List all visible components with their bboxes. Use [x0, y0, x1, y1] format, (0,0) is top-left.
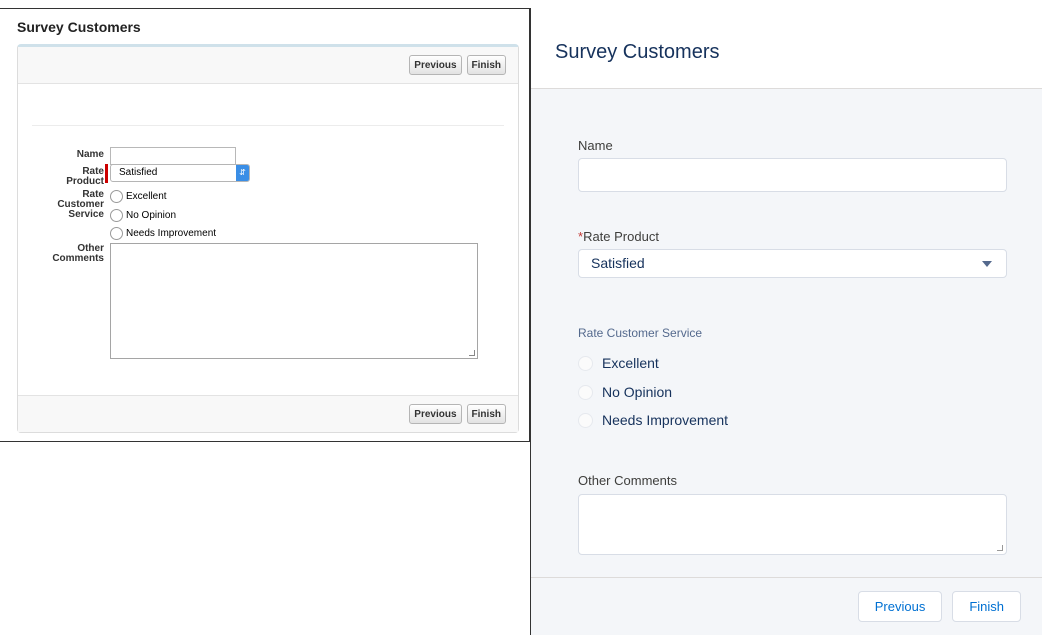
chevron-down-icon	[982, 261, 992, 267]
lightning-radio-label: Needs Improvement	[602, 412, 729, 428]
radio-button[interactable]	[578, 384, 593, 400]
classic-finish-button-top[interactable]: Finish	[466, 55, 506, 75]
lightning-name-label: Name	[578, 138, 613, 153]
lightning-footer: Previous Finish	[531, 577, 1042, 635]
classic-radio-needs-improvement[interactable]: Needs Improvement	[110, 227, 216, 240]
classic-radio-no-opinion[interactable]: No Opinion	[110, 209, 176, 222]
classic-radio-label: No Opinion	[126, 210, 177, 221]
classic-rate-product-label-line: Product	[66, 176, 104, 187]
lightning-radio-needs-improvement[interactable]: Needs Improvement	[578, 412, 728, 428]
classic-top-button-bar: Previous Finish	[18, 47, 518, 84]
classic-rate-product-label: Rate Product	[28, 167, 104, 187]
lightning-rate-product-select[interactable]: Satisfied	[578, 249, 1007, 278]
lightning-page-title: Survey Customers	[555, 41, 720, 63]
lightning-comments-label: Other Comments	[578, 473, 677, 488]
lightning-name-input[interactable]	[578, 158, 1007, 192]
lightning-comments-textarea[interactable]	[578, 494, 1007, 555]
classic-rate-service-label: Rate Customer Service	[28, 190, 104, 220]
lightning-radio-label: No Opinion	[602, 384, 673, 400]
lightning-radio-excellent[interactable]: Excellent	[578, 355, 659, 371]
select-arrows-icon: ⇵	[236, 165, 249, 181]
lightning-radio-label: Excellent	[602, 355, 659, 371]
classic-comments-label-line: Comments	[52, 253, 104, 264]
classic-page-title: Survey Customers	[17, 19, 141, 35]
classic-rate-product-select[interactable]: Satisfied ⇵	[110, 164, 250, 182]
classic-bottom-button-bar: Previous Finish	[18, 395, 518, 432]
classic-form-box: Previous Finish Name Rate Product Satisf…	[17, 44, 519, 433]
classic-rate-service-label-line: Service	[68, 209, 104, 220]
classic-comments-label: Other Comments	[28, 244, 104, 264]
lightning-finish-button[interactable]: Finish	[952, 591, 1021, 622]
classic-radio-excellent[interactable]: Excellent	[110, 190, 167, 203]
classic-name-input[interactable]	[110, 147, 236, 165]
radio-button[interactable]	[578, 412, 593, 428]
classic-comments-textarea[interactable]	[110, 243, 478, 359]
lightning-rate-product-label: *Rate Product	[578, 229, 659, 244]
lightning-radio-no-opinion[interactable]: No Opinion	[578, 384, 672, 400]
classic-flow-panel: Survey Customers Previous Finish Name Ra…	[0, 8, 530, 442]
radio-button[interactable]	[110, 209, 123, 222]
lightning-previous-button[interactable]: Previous	[857, 591, 943, 622]
radio-button[interactable]	[110, 227, 123, 240]
lightning-rate-service-label: Rate Customer Service	[578, 326, 703, 340]
lightning-flow-panel: Survey Customers Name *Rate Product Sati…	[530, 8, 1042, 635]
classic-divider	[32, 125, 504, 126]
classic-rate-product-value: Satisfied	[119, 167, 158, 178]
radio-button[interactable]	[578, 355, 593, 371]
radio-button[interactable]	[110, 190, 123, 203]
resize-grip-icon[interactable]	[997, 545, 1003, 551]
classic-radio-label: Excellent	[126, 191, 167, 202]
classic-finish-button-bottom[interactable]: Finish	[466, 404, 506, 424]
classic-previous-button-top[interactable]: Previous	[409, 55, 462, 75]
classic-radio-label: Needs Improvement	[126, 228, 217, 239]
lightning-rate-product-label-text: Rate Product	[583, 229, 659, 244]
classic-name-label: Name	[76, 149, 104, 160]
classic-required-indicator	[105, 164, 108, 183]
resize-grip-icon[interactable]	[469, 350, 475, 356]
lightning-rate-product-value: Satisfied	[591, 255, 645, 271]
classic-previous-button-bottom[interactable]: Previous	[409, 404, 462, 424]
